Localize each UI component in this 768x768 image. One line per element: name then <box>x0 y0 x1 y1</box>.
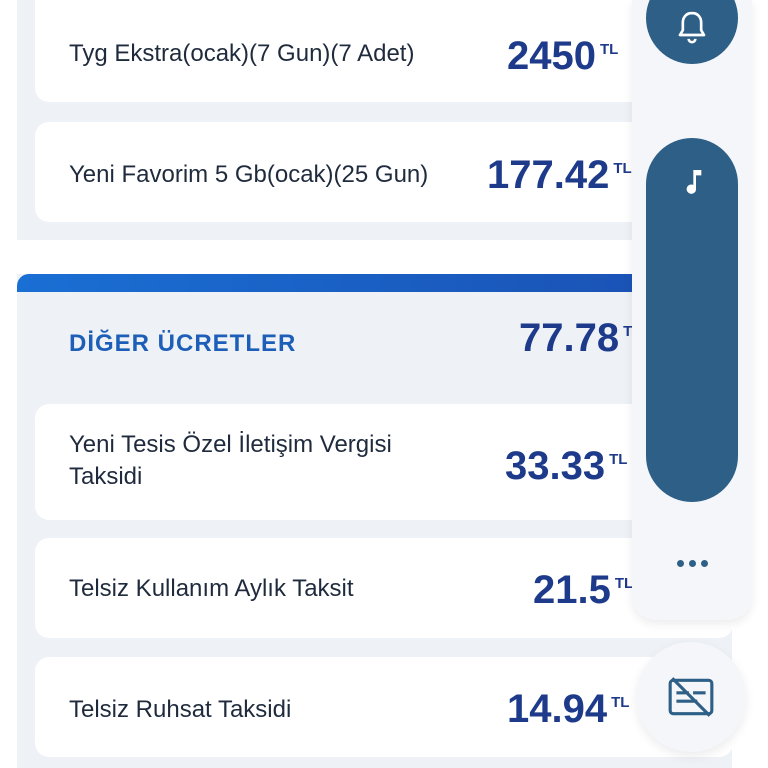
captions-off-icon <box>668 677 714 717</box>
currency-label: TL <box>611 694 630 711</box>
more-dots-icon <box>676 559 684 567</box>
bell-icon <box>678 11 706 44</box>
fee-card: Telsiz Ruhsat Taksidi 14.94 TL <box>35 657 733 757</box>
other-fees-header[interactable]: DİĞER ÜCRETLER 77.78 T <box>17 292 732 392</box>
currency-label: TL <box>613 160 632 177</box>
fee-label-line: Taksidi <box>69 463 143 490</box>
media-volume-slider[interactable] <box>646 138 738 502</box>
more-dots-icon <box>688 559 696 567</box>
package-amount: 2450 TL <box>507 34 618 78</box>
fee-label: Telsiz Ruhsat Taksidi <box>69 696 292 723</box>
fee-label: Yeni Tesis Özel İletişim Vergisi Taksidi <box>69 429 392 493</box>
currency-label: TL <box>614 575 634 592</box>
live-caption-button[interactable] <box>636 642 746 752</box>
fee-label-line: Yeni Tesis Özel İletişim Vergisi <box>69 431 392 458</box>
more-options-button[interactable] <box>668 545 716 581</box>
package-card: Tyg Ekstra(ocak)(7 Gun)(7 Adet) 2450 TL <box>35 0 733 102</box>
amount-value: 33.33 <box>505 444 606 488</box>
amount-value: 21.5 <box>533 568 611 612</box>
package-amount: 177.42 TL <box>487 153 632 197</box>
amount-value: 14.94 <box>507 687 608 731</box>
fee-amount: 14.94 TL <box>507 687 629 731</box>
fee-amount: 21.5 TL <box>533 568 633 612</box>
fee-card: Yeni Tesis Özel İletişim Vergisi Taksidi… <box>35 404 733 520</box>
fee-label: Telsiz Kullanım Aylık Taksit <box>69 575 354 602</box>
more-dots-icon <box>700 559 708 567</box>
currency-label: TL <box>599 41 619 58</box>
amount-value: 77.78 <box>519 316 620 360</box>
section-divider <box>17 240 732 274</box>
music-note-icon <box>686 170 702 194</box>
fee-amount: 33.33 TL <box>505 444 627 488</box>
package-label: Yeni Favorim 5 Gb(ocak)(25 Gun) <box>69 161 429 188</box>
amount-value: 2450 <box>507 34 596 78</box>
section-accent-bar <box>17 274 732 292</box>
amount-value: 177.42 <box>487 153 610 197</box>
section-title: DİĞER ÜCRETLER <box>69 330 297 357</box>
package-card: Yeni Favorim 5 Gb(ocak)(25 Gun) 177.42 TL <box>35 122 733 222</box>
fee-card: Telsiz Kullanım Aylık Taksit 21.5 TL <box>35 538 733 638</box>
currency-label: TL <box>609 451 628 468</box>
package-label: Tyg Ekstra(ocak)(7 Gun)(7 Adet) <box>69 40 415 67</box>
currency-label: T <box>623 323 633 340</box>
section-total: 77.78 T <box>519 316 632 360</box>
